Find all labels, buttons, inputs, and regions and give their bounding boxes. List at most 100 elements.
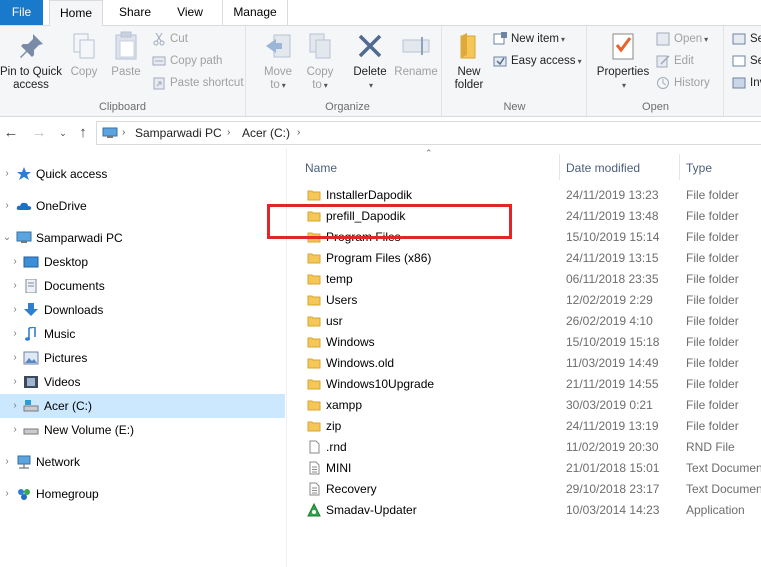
file-row[interactable]: usr 26/02/2019 4:10 File folder (288, 311, 761, 332)
tab-share[interactable]: Share (108, 0, 162, 25)
open-icon (656, 32, 670, 46)
file-type: File folder (686, 251, 739, 265)
paste-shortcut-button[interactable]: Paste shortcut (152, 73, 244, 93)
file-row[interactable]: Windows10Upgrade 21/11/2019 14:55 File fol… (288, 374, 761, 395)
nav-item-documents[interactable]: › Documents (0, 274, 285, 298)
select-all-button[interactable]: Se (732, 29, 761, 49)
file-type: File folder (686, 398, 739, 412)
delete-button[interactable]: Delete ▾ (350, 30, 390, 92)
file-row[interactable]: xampp 30/03/2019 0:21 File folder (288, 395, 761, 416)
nav-item-downloads[interactable]: › Downloads (0, 298, 285, 322)
new-folder-icon (460, 33, 476, 59)
clipboard-group-label: Clipboard (98, 101, 147, 113)
file-row[interactable]: Smadav-Updater 10/03/2014 14:23 Applicatio… (288, 500, 761, 521)
select-all-label: Se (750, 33, 761, 45)
organize-group-label: Organize (325, 101, 370, 113)
chevron-right-icon: › (5, 168, 9, 179)
file-row[interactable]: InstallerDapodik 24/11/2019 13:23 File fol… (288, 185, 761, 206)
rename-button[interactable]: Rename (392, 30, 440, 79)
file-row[interactable]: Users 12/02/2019 2:29 File folder (288, 290, 761, 311)
file-row[interactable]: zip 24/11/2019 13:19 File folder (288, 416, 761, 437)
file-row[interactable]: temp 06/11/2018 23:35 File folder (288, 269, 761, 290)
file-row[interactable]: Recovery 29/10/2018 23:17 Text Document (288, 479, 761, 500)
file-name: .rnd (326, 440, 347, 454)
nav-item-music[interactable]: › Music (0, 322, 285, 346)
copy-to-label-line2: to (312, 79, 322, 91)
move-to-label-line1: Move (263, 66, 293, 78)
file-name: Windows10Upgrade (326, 377, 435, 391)
properties-label: Properties (596, 66, 650, 78)
breadcrumb-acer-c[interactable]: Acer (C:) (242, 122, 290, 144)
file-row[interactable]: Program Files (x86) 24/11/2019 13:15 File … (288, 248, 761, 269)
file-date-modified: 10/03/2014 14:23 (566, 503, 660, 517)
history-button[interactable]: History (656, 73, 710, 93)
pin-to-quick-access-button[interactable]: Pin to Quick access (0, 30, 62, 92)
file-row[interactable]: Windows.old 11/03/2019 14:49 File folder (288, 353, 761, 374)
file-row[interactable]: .rnd 11/02/2019 20:30 RND File (288, 437, 761, 458)
file-date-modified: 11/03/2019 14:49 (566, 356, 659, 370)
column-header-type[interactable]: Type (686, 156, 712, 180)
cut-button[interactable]: Cut (152, 29, 188, 49)
invert-selection-button[interactable]: Inv (732, 73, 761, 93)
nav-item-onedrive[interactable]: › OneDrive (0, 194, 285, 218)
address-box[interactable]: › Samparwadi PC › Acer (C:) › (96, 121, 761, 145)
open-button[interactable]: Open ▾ (656, 29, 708, 49)
paste-shortcut-label: Paste shortcut (170, 77, 244, 89)
organize-group: Move to▾ Copy to▾ Delete ▾ Rename Orga (254, 26, 442, 116)
nav-item-new-volume-e[interactable]: › New Volume (E:) (0, 418, 285, 442)
properties-button[interactable]: Properties ▾ (592, 30, 654, 92)
file-row[interactable]: prefill_Dapodik 24/11/2019 13:48 File fold… (288, 206, 761, 227)
new-item-button[interactable]: New item ▾ (493, 29, 565, 49)
up-arrow-icon[interactable]: ↑ (74, 124, 92, 142)
clipboard-group: Pin to Quick access Copy Paste Cut Copy … (0, 26, 246, 116)
file-type: File folder (686, 314, 739, 328)
folder-icon (307, 230, 321, 244)
column-header-date-modified[interactable]: Date modified (566, 156, 640, 180)
file-row[interactable]: Windows 15/10/2019 15:18 File folder (288, 332, 761, 353)
nav-item-pictures[interactable]: › Pictures (0, 346, 285, 370)
file-type: File folder (686, 188, 739, 202)
file-name: Users (326, 293, 358, 307)
breadcrumb-samparwadi-pc[interactable]: Samparwadi PC (135, 122, 222, 144)
nav-item-label: OneDrive (36, 199, 87, 213)
forward-arrow-icon[interactable]: → (30, 124, 48, 142)
nav-item-network[interactable]: › Network (0, 450, 285, 474)
copy-path-button[interactable]: Copy path (152, 51, 222, 71)
new-folder-label-line2: folder (454, 79, 484, 91)
move-to-button[interactable]: Move to ▾ (258, 30, 298, 92)
nav-item-this-pc[interactable]: ⌄ Samparwadi PC (0, 226, 285, 250)
paste-button[interactable]: Paste (106, 30, 146, 79)
nav-item-acer-c[interactable]: › Acer (C:) (0, 394, 285, 418)
column-divider[interactable] (559, 154, 560, 180)
file-row[interactable]: Program Files 15/10/2019 15:14 File folder (288, 227, 761, 248)
download-arrow-icon (24, 303, 38, 316)
column-header-name[interactable]: Name (305, 156, 337, 180)
nav-item-videos[interactable]: › Videos (0, 370, 285, 394)
move-to-label-line2: to (270, 79, 280, 91)
nav-item-label: New Volume (E:) (44, 423, 135, 437)
back-arrow-icon[interactable]: ← (2, 124, 20, 142)
recent-locations-chevron-icon[interactable]: ⌄ (54, 124, 72, 142)
file-type: File folder (686, 293, 739, 307)
tab-file[interactable]: File (0, 0, 43, 25)
move-to-icon (266, 34, 291, 58)
breadcrumb-separator-icon: › (227, 127, 231, 138)
new-folder-button[interactable]: New folder (449, 30, 489, 92)
select-none-button[interactable]: Se (732, 51, 761, 71)
copy-to-button[interactable]: Copy to ▾ (300, 30, 340, 92)
nav-item-desktop[interactable]: › Desktop (0, 250, 285, 274)
text-document-icon (307, 482, 321, 496)
scissors-icon (153, 32, 165, 46)
nav-item-homegroup[interactable]: › Homegroup (0, 482, 285, 506)
column-divider[interactable] (679, 154, 680, 180)
nav-item-quick-access[interactable]: › Quick access (0, 162, 285, 186)
tab-view[interactable]: View (163, 0, 217, 25)
file-row[interactable]: MINI 21/01/2018 15:01 Text Document (288, 458, 761, 479)
tab-manage[interactable]: Manage (222, 0, 288, 25)
easy-access-button[interactable]: Easy access ▾ (493, 51, 582, 71)
edit-button[interactable]: Edit (656, 51, 694, 71)
file-type: File folder (686, 209, 739, 223)
tab-home[interactable]: Home (49, 0, 103, 26)
ribbon-tab-bar: File Home Share View Manage (0, 0, 761, 26)
copy-button[interactable]: Copy (64, 30, 104, 79)
